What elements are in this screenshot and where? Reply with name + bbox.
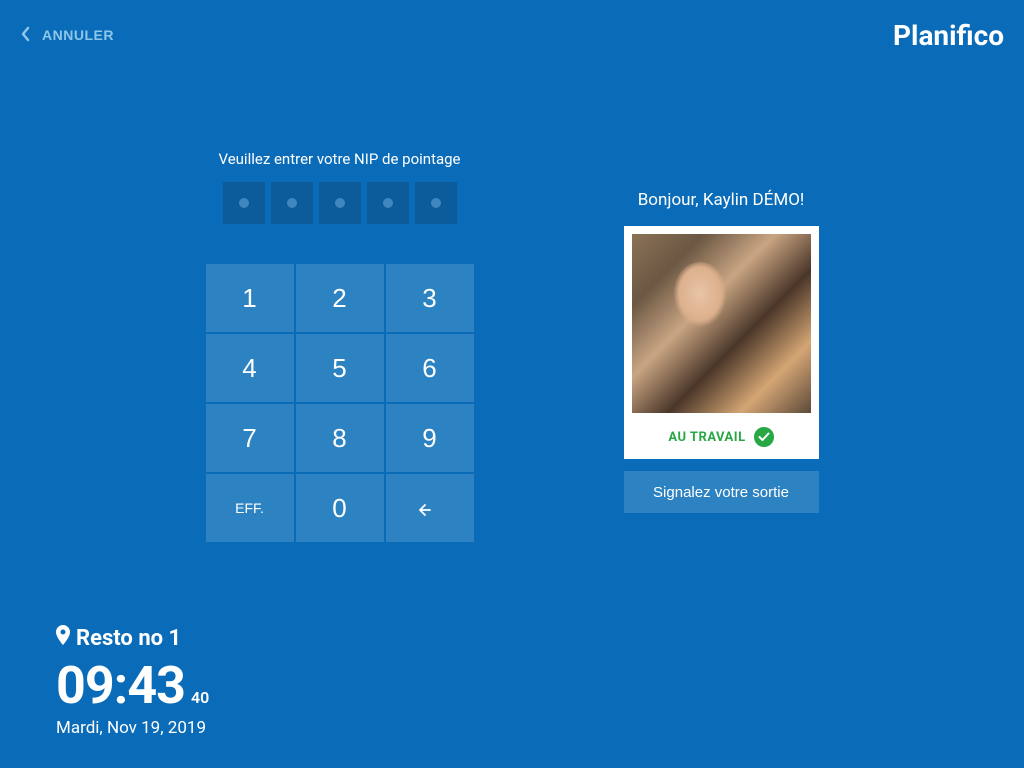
pin-dot xyxy=(319,182,361,224)
user-greeting: Bonjour, Kaylin DÉMO! xyxy=(638,190,805,210)
location-pin-icon xyxy=(56,625,70,651)
brand-name: Planifico xyxy=(893,19,1004,52)
key-clear[interactable]: EFF. xyxy=(206,474,294,542)
user-photo-card: AU TRAVAIL xyxy=(624,226,819,459)
key-2[interactable]: 2 xyxy=(296,264,384,332)
pin-dot xyxy=(367,182,409,224)
key-6[interactable]: 6 xyxy=(386,334,474,402)
pin-dot xyxy=(415,182,457,224)
key-1[interactable]: 1 xyxy=(206,264,294,332)
key-0[interactable]: 0 xyxy=(296,474,384,542)
cancel-label: ANNULER xyxy=(42,27,114,43)
key-3[interactable]: 3 xyxy=(386,264,474,332)
key-9[interactable]: 9 xyxy=(386,404,474,472)
user-photo xyxy=(632,234,811,413)
keypad: 1 2 3 4 5 6 7 8 9 EFF. 0 xyxy=(206,264,474,542)
location-name: Resto no 1 xyxy=(76,626,181,651)
status-line: AU TRAVAIL xyxy=(632,427,811,447)
signout-button[interactable]: Signalez votre sortie xyxy=(624,471,819,513)
pin-prompt: Veuillez entrer votre NIP de pointage xyxy=(218,150,460,168)
user-panel: Bonjour, Kaylin DÉMO! AU TRAVAIL Signale… xyxy=(624,190,819,542)
pin-dot xyxy=(271,182,313,224)
cancel-button[interactable]: ANNULER xyxy=(20,26,114,45)
main-content: Veuillez entrer votre NIP de pointage 1 … xyxy=(0,150,1024,542)
clock-seconds: 40 xyxy=(191,688,209,707)
clock: 09:43 40 xyxy=(56,655,209,716)
chevron-left-icon xyxy=(20,26,30,45)
status-label: AU TRAVAIL xyxy=(668,430,745,445)
key-7[interactable]: 7 xyxy=(206,404,294,472)
date-line: Mardi, Nov 19, 2019 xyxy=(56,718,209,738)
key-8[interactable]: 8 xyxy=(296,404,384,472)
backspace-icon xyxy=(419,493,441,524)
pin-dots xyxy=(223,182,457,224)
check-circle-icon xyxy=(754,427,774,447)
header: ANNULER Planifico xyxy=(0,0,1024,70)
footer: Resto no 1 09:43 40 Mardi, Nov 19, 2019 xyxy=(56,625,209,738)
key-backspace[interactable] xyxy=(386,474,474,542)
location-line: Resto no 1 xyxy=(56,625,209,651)
pin-dot xyxy=(223,182,265,224)
pin-panel: Veuillez entrer votre NIP de pointage 1 … xyxy=(206,150,474,542)
key-5[interactable]: 5 xyxy=(296,334,384,402)
key-4[interactable]: 4 xyxy=(206,334,294,402)
clock-main: 09:43 xyxy=(56,655,185,716)
